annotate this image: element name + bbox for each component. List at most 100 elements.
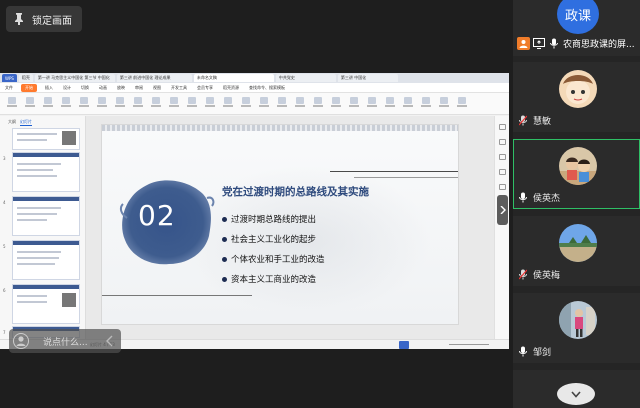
participant-avatar [559, 301, 597, 339]
ribbon-button[interactable] [42, 96, 54, 111]
ribbon-button[interactable] [150, 96, 162, 111]
tab-doc-4[interactable]: 中共党史 [275, 74, 336, 82]
participant-avatar [559, 70, 597, 108]
participant-name: 侯英杰 [533, 194, 561, 204]
menu-design[interactable]: 设计 [58, 85, 76, 91]
ribbon-button[interactable] [438, 96, 450, 111]
menu-member[interactable]: 会员专享 [192, 85, 218, 91]
tool-icon[interactable] [498, 124, 506, 130]
ribbon-button[interactable] [348, 96, 360, 111]
mic-off-icon [519, 269, 527, 280]
participant-name: 慧敏 [533, 117, 552, 127]
ribbon-button[interactable] [114, 96, 126, 111]
side-collapse-handle[interactable] [497, 195, 508, 225]
mic-off-icon [519, 115, 527, 126]
lock-screen-button[interactable]: 锁定画面 [6, 6, 82, 32]
tab-doc-1[interactable]: 第一讲 马克思主义中国化 第三节 中国化 [34, 74, 115, 82]
comment-placeholder: 说点什么... [43, 337, 88, 348]
slide-thumbnail[interactable] [12, 240, 80, 280]
menu-docer-res[interactable]: 稻壳资源 [218, 85, 244, 91]
decor-line [102, 295, 252, 296]
tab-docer[interactable]: 稻壳 [18, 74, 33, 82]
tab-doc-5[interactable]: 第三讲 中国化 [337, 74, 398, 82]
participant-tile[interactable]: 慧敏 [513, 62, 640, 132]
host-badge-icon [517, 37, 530, 50]
scroll-down-button[interactable] [557, 383, 595, 405]
ribbon-button[interactable] [24, 96, 36, 111]
ribbon-button[interactable] [240, 96, 252, 111]
user-avatar-icon [9, 329, 33, 353]
ribbon-button[interactable] [6, 96, 18, 111]
app-tab-bar: WPS 稻壳 第一讲 马克思主义中国化 第三节 中国化 第三讲 前进中国化 理论… [0, 73, 509, 83]
tab-doc-2[interactable]: 第三讲 前进中国化 理论成果 [116, 74, 192, 82]
ribbon-button[interactable] [132, 96, 144, 111]
ribbon-button[interactable] [276, 96, 288, 111]
participant-name: 侯英梅 [533, 271, 561, 281]
ribbon-button[interactable] [258, 96, 270, 111]
tool-icon[interactable] [498, 184, 506, 190]
play-slideshow-icon[interactable] [399, 341, 409, 349]
tab-outline[interactable]: 大纲 [8, 119, 16, 126]
ribbon-button[interactable] [78, 96, 90, 111]
ribbon-button[interactable] [420, 96, 432, 111]
collapse-arrow-icon[interactable] [105, 335, 115, 347]
participant-tile[interactable]: 侯英杰 [513, 139, 640, 209]
ribbon-button[interactable] [60, 96, 72, 111]
screen-share-icon [533, 38, 545, 49]
menu-insert[interactable]: 插入 [40, 85, 58, 91]
tab-wps[interactable]: WPS [2, 74, 17, 82]
tab-slides[interactable]: 幻灯片 [20, 119, 32, 126]
slide-canvas: 02 党在过渡时期的总路线及其实施 过渡时期总路线的提出 社会主义工业化的起步 … [86, 116, 494, 339]
thumb-number: 6 [3, 288, 6, 293]
slide-bullet-list: 过渡时期总路线的提出 社会主义工业化的起步 个体农业和手工业的改造 资本主义工商… [222, 209, 325, 289]
menu-search[interactable]: 查找命令、搜索模板 [244, 85, 290, 91]
bullet-item: 个体农业和手工业的改造 [222, 249, 325, 269]
ribbon-button[interactable] [294, 96, 306, 111]
menu-transition[interactable]: 切换 [76, 85, 94, 91]
tool-icon[interactable] [498, 154, 506, 160]
thumb-number: 7 [3, 330, 6, 335]
bullet-item: 资本主义工商业的改造 [222, 269, 325, 289]
ribbon-button[interactable] [384, 96, 396, 111]
zoom-slider[interactable] [449, 344, 489, 345]
slide-thumbnail[interactable] [12, 284, 80, 324]
thumb-number: 3 [3, 156, 6, 161]
slide-thumbnail[interactable] [12, 128, 80, 150]
tab-doc-3[interactable]: 未命名文稿 [193, 74, 274, 82]
tool-icon[interactable] [498, 139, 506, 145]
menu-slideshow[interactable]: 放映 [112, 85, 130, 91]
ribbon-button[interactable] [312, 96, 324, 111]
slide-thumbnail[interactable] [12, 152, 80, 192]
slide-title: 党在过渡时期的总路线及其实施 [222, 186, 369, 198]
menu-animation[interactable]: 动画 [94, 85, 112, 91]
ribbon-button[interactable] [204, 96, 216, 111]
ribbon-button[interactable] [186, 96, 198, 111]
ribbon-button[interactable] [222, 96, 234, 111]
participant-name-row: 邹剑 [519, 345, 551, 358]
ribbon-button[interactable] [402, 96, 414, 111]
participant-name-row: 侯英杰 [519, 191, 560, 204]
host-avatar: 政课 [557, 0, 599, 34]
slide-thumbnail[interactable] [12, 196, 80, 236]
participant-tile[interactable]: 邹剑 [513, 293, 640, 363]
comment-input[interactable]: 说点什么... [9, 329, 121, 353]
side-toolbar [494, 116, 509, 339]
participant-tile[interactable]: 侯英梅 [513, 216, 640, 286]
ribbon-button[interactable] [168, 96, 180, 111]
tool-icon[interactable] [498, 169, 506, 175]
lock-screen-label: 锁定画面 [32, 15, 72, 27]
slide-section-number: 02 [138, 199, 176, 232]
host-tile[interactable]: 政课 农商思政课的屏... [513, 0, 640, 56]
ribbon-button[interactable] [366, 96, 378, 111]
menu-devtools[interactable]: 开发工具 [166, 85, 192, 91]
mic-icon [519, 346, 527, 357]
menu-home[interactable]: 开始 [21, 83, 37, 92]
ribbon-button[interactable] [96, 96, 108, 111]
menu-file[interactable]: 文件 [0, 85, 18, 91]
menu-review[interactable]: 审阅 [130, 85, 148, 91]
menu-view[interactable]: 视图 [148, 85, 166, 91]
ribbon-button[interactable] [330, 96, 342, 111]
thumb-number: 4 [3, 200, 6, 205]
current-slide[interactable]: 02 党在过渡时期的总路线及其实施 过渡时期总路线的提出 社会主义工业化的起步 … [101, 124, 459, 325]
ribbon-button[interactable] [456, 96, 468, 111]
